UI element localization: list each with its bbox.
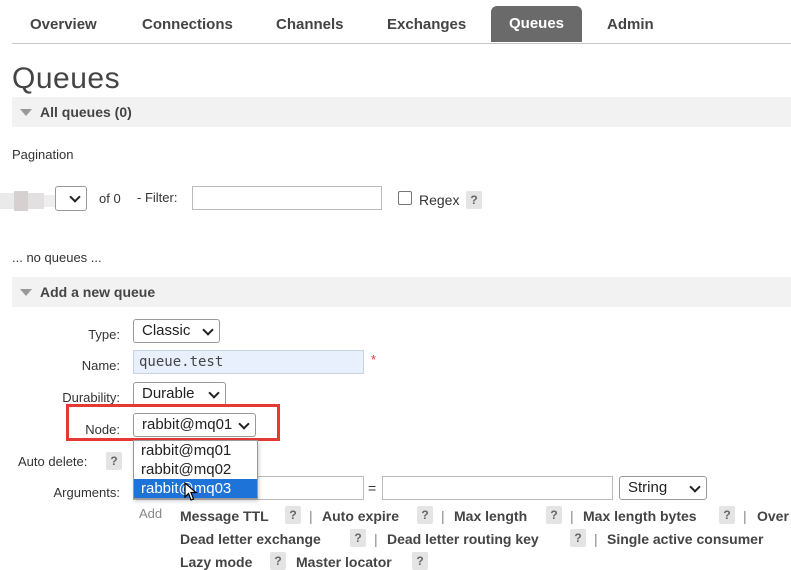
name-input[interactable]: queue.test — [133, 350, 364, 374]
feature-overflow[interactable]: Over — [757, 508, 789, 524]
feature-master-locator[interactable]: Master locator — [296, 554, 392, 570]
separator: | — [743, 508, 747, 524]
chevron-down-icon — [202, 324, 214, 336]
all-queues-title: All queues (0) — [40, 104, 132, 120]
feature-dead-letter-exchange[interactable]: Dead letter exchange — [180, 531, 321, 547]
node-option-mq01[interactable]: rabbit@mq01 — [134, 441, 257, 460]
feature-message-ttl[interactable]: Message TTL — [180, 508, 269, 524]
feature-max-length-bytes[interactable]: Max length bytes — [583, 508, 697, 524]
filter-input[interactable] — [192, 186, 382, 210]
help-icon[interactable]: ? — [719, 506, 735, 524]
chevron-down-icon — [69, 191, 81, 203]
node-highlight-box — [66, 404, 280, 441]
required-mark: * — [371, 352, 377, 367]
arguments-label: Arguments: — [53, 485, 120, 500]
name-label: Name: — [81, 358, 120, 373]
tab-exchanges[interactable]: Exchanges — [387, 16, 466, 33]
tab-queues[interactable]: Queues — [491, 6, 583, 42]
argument-type-value: String — [628, 479, 668, 496]
help-icon[interactable]: ? — [350, 529, 366, 547]
tab-admin[interactable]: Admin — [607, 16, 654, 33]
argument-type-select[interactable]: String — [619, 476, 707, 500]
feature-lazy-mode[interactable]: Lazy mode — [180, 554, 252, 570]
top-nav: Overview Connections Channels Exchanges … — [12, 0, 791, 44]
feature-single-active-consumer[interactable]: Single active consumer — [607, 531, 763, 547]
collapse-triangle-icon — [20, 109, 32, 116]
chevron-down-icon — [689, 481, 701, 493]
auto-delete-label: Auto delete: — [18, 454, 88, 469]
type-select[interactable]: Classic — [133, 319, 220, 343]
type-select-value: Classic — [142, 322, 191, 339]
add-argument-label[interactable]: Add — [139, 506, 162, 521]
regex-help-icon[interactable]: ? — [466, 191, 482, 209]
help-icon[interactable]: ? — [412, 552, 428, 570]
regex-checkbox[interactable] — [398, 191, 412, 205]
feature-auto-expire[interactable]: Auto expire — [322, 508, 399, 524]
page-select[interactable] — [55, 186, 87, 211]
blurred-region — [28, 193, 44, 209]
separator: | — [374, 531, 378, 547]
auto-delete-help-icon[interactable]: ? — [106, 452, 122, 470]
argument-value-input[interactable] — [382, 476, 613, 500]
empty-queues-text: ... no queues ... — [12, 250, 102, 265]
mouse-cursor-icon — [184, 482, 198, 501]
separator: | — [309, 508, 313, 524]
collapse-triangle-icon — [20, 289, 32, 296]
durability-select[interactable]: Durable — [133, 382, 226, 406]
add-queue-title: Add a new queue — [40, 284, 156, 300]
page-title: Queues — [12, 62, 121, 95]
blurred-region — [0, 193, 14, 209]
help-icon[interactable]: ? — [417, 506, 433, 524]
blurred-region — [14, 191, 28, 211]
feature-max-length[interactable]: Max length — [454, 508, 527, 524]
help-icon[interactable]: ? — [546, 506, 562, 524]
separator: | — [594, 531, 598, 547]
add-queue-header[interactable]: Add a new queue — [12, 277, 791, 307]
tab-channels[interactable]: Channels — [276, 16, 344, 33]
all-queues-header[interactable]: All queues (0) — [12, 97, 791, 127]
page-of-label: of 0 — [99, 191, 121, 206]
help-icon[interactable]: ? — [270, 552, 286, 570]
durability-label: Durability: — [62, 390, 120, 405]
separator: | — [441, 508, 445, 524]
filter-label: - Filter: — [137, 190, 178, 205]
separator: | — [570, 508, 574, 524]
type-label: Type: — [88, 327, 120, 342]
pagination-label: Pagination — [12, 147, 74, 162]
tab-connections[interactable]: Connections — [142, 16, 233, 33]
node-option-mq02[interactable]: rabbit@mq02 — [134, 460, 257, 479]
durability-select-value: Durable — [142, 385, 195, 402]
help-icon[interactable]: ? — [285, 506, 301, 524]
regex-label: Regex — [419, 192, 460, 208]
help-icon[interactable]: ? — [570, 529, 586, 547]
feature-dead-letter-routing-key[interactable]: Dead letter routing key — [387, 531, 539, 547]
argument-equals: = — [368, 480, 377, 496]
chevron-down-icon — [208, 387, 220, 399]
tab-overview[interactable]: Overview — [30, 16, 97, 33]
